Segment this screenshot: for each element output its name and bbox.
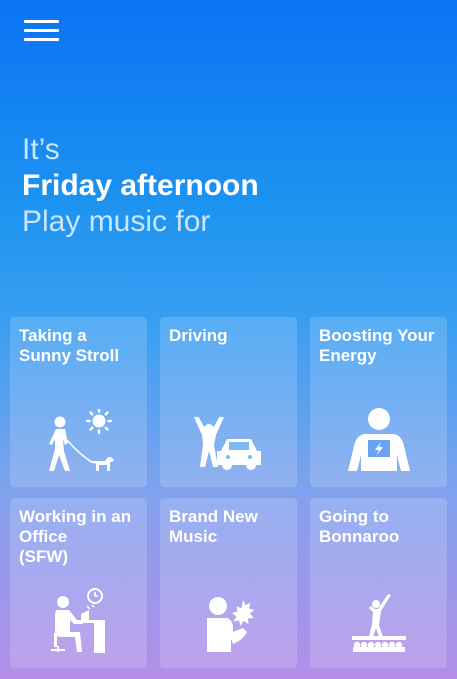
tile-label: Driving <box>169 326 228 345</box>
headline-prompt: Play music for <box>22 205 211 238</box>
tile-label: Taking a Sunny Stroll <box>19 326 120 365</box>
driving-car-icon <box>160 403 297 473</box>
office-worker-icon <box>10 584 147 654</box>
tile-sunny-stroll[interactable]: Taking a Sunny Stroll <box>10 317 147 487</box>
tile-label: Working in an Office (SFW) <box>19 507 132 566</box>
tile-driving[interactable]: Driving <box>160 317 297 487</box>
tile-boosting-energy[interactable]: Boosting Your Energy <box>310 317 447 487</box>
tile-brand-new-music[interactable]: Brand New Music <box>160 498 297 668</box>
tile-label: Going to Bonnaroo <box>319 507 400 546</box>
tile-working-office[interactable]: Working in an Office (SFW) <box>10 498 147 668</box>
menu-bar <box>24 20 59 23</box>
hamburger-menu-icon[interactable] <box>24 20 59 42</box>
concert-crowd-icon <box>310 584 447 654</box>
walking-dog-sun-icon <box>10 403 147 473</box>
energy-person-icon <box>310 403 447 473</box>
tile-going-bonnaroo[interactable]: Going to Bonnaroo <box>310 498 447 668</box>
tile-label: Brand New Music <box>169 507 258 546</box>
context-headline: It’s Friday afternoon Play music for <box>22 132 259 240</box>
menu-bar <box>24 29 59 32</box>
tile-label: Boosting Your Energy <box>319 326 435 365</box>
menu-bar <box>24 38 59 41</box>
headline-greeting: It’s <box>22 133 60 166</box>
new-music-icon <box>160 584 297 654</box>
headline-time: Friday afternoon <box>22 169 259 202</box>
